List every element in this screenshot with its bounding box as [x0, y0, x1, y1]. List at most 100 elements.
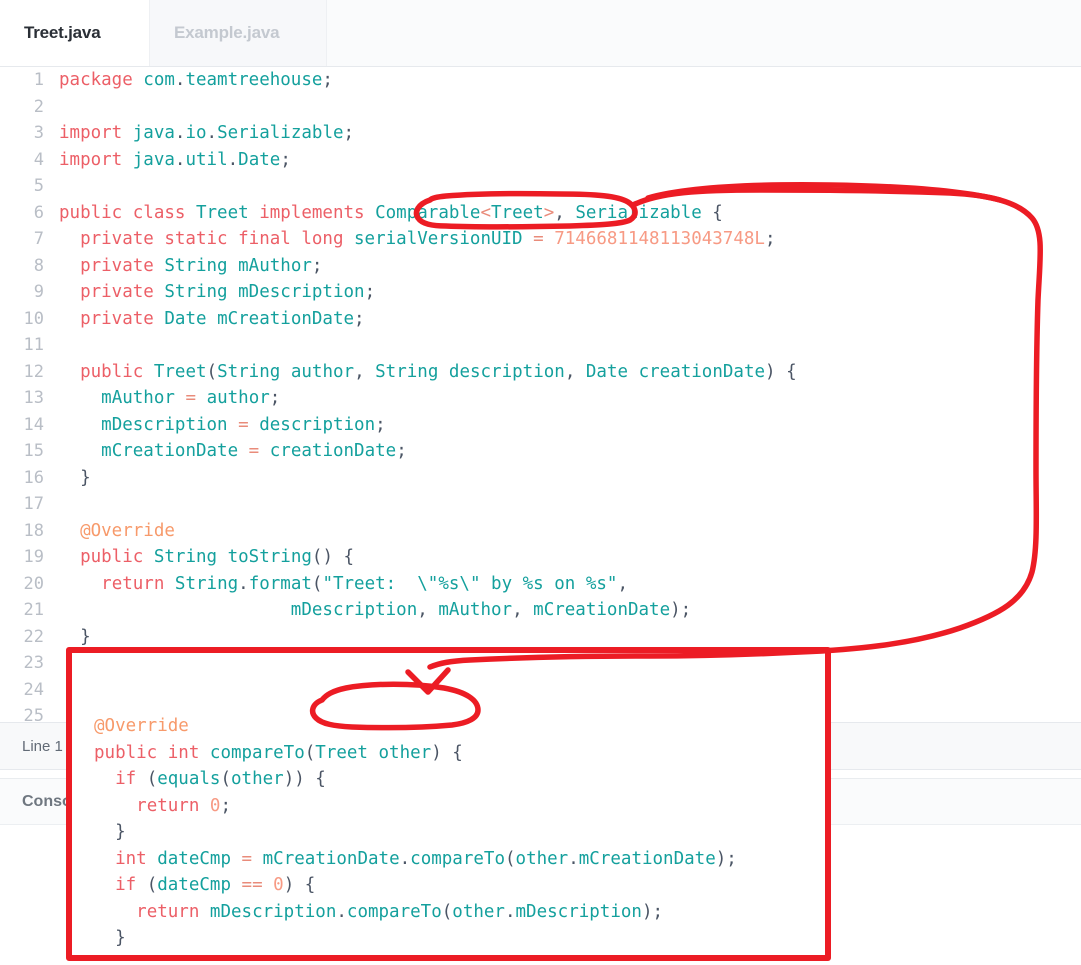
code-token: mDescription [238, 282, 365, 302]
code-token: private [80, 255, 165, 276]
code-line[interactable]: 19 public String toString() { [0, 544, 797, 571]
code-token: creationDate [269, 441, 397, 461]
line-number: 17 [23, 494, 44, 514]
code-token: ) { [283, 875, 316, 895]
code-token: . [336, 901, 347, 922]
code-token: ) { [765, 361, 797, 382]
overlay-code-line: public int compareTo(Treet other) { [94, 740, 827, 767]
line-content: import java.util.Date; [44, 147, 291, 174]
code-line[interactable]: 6 public class Treet implements Comparabl… [0, 200, 797, 227]
code-token: ( [146, 769, 158, 789]
tab-example-java[interactable]: Example.java [150, 0, 327, 66]
code-token: Comparable [375, 202, 481, 223]
code-token: ( [311, 573, 323, 594]
code-token: ); [641, 901, 664, 922]
annotated-code-overlay: @Override public int compareTo(Treet othe… [69, 652, 827, 957]
code-token: format [248, 573, 312, 594]
overlay-code-lines: @Override public int compareTo(Treet othe… [94, 713, 827, 957]
code-token: ( [206, 361, 218, 382]
code-token: @Override [94, 716, 189, 736]
code-line[interactable]: 1 package com.teamtreehouse; [0, 67, 797, 94]
code-token: java [132, 149, 175, 170]
line-content: return String.format("Treet: \"%s\" by %… [44, 571, 628, 598]
line-number: 13 [23, 388, 44, 408]
code-line[interactable]: 4 import java.util.Date; [0, 147, 797, 174]
code-token: ; [220, 795, 232, 816]
code-line[interactable]: 13 mAuthor = author; [0, 385, 797, 412]
overlay-code-line: return 0; [94, 793, 827, 820]
code-token: author [206, 388, 270, 408]
code-token: ; [364, 282, 376, 302]
code-token: } [59, 467, 91, 488]
code-token: () { [311, 547, 355, 567]
line-content: package com.teamtreehouse; [44, 67, 333, 94]
code-token: dateCmp [157, 875, 231, 895]
code-line[interactable]: 8 private String mAuthor; [0, 253, 797, 280]
code-token: String [164, 255, 228, 276]
line-content: public class Treet implements Comparable… [44, 200, 723, 227]
code-line[interactable]: 12 public Treet(String author, String de… [0, 359, 797, 386]
code-token: java [132, 123, 175, 143]
code-line[interactable]: 10 private Date mCreationDate; [0, 306, 797, 333]
code-line[interactable]: 5 [0, 173, 797, 200]
code-line[interactable]: 17 [0, 491, 797, 518]
code-token: other [378, 742, 432, 763]
code-token: io [185, 123, 207, 143]
code-token: mDescription [290, 600, 418, 620]
tab-treet-java[interactable]: Treet.java [0, 0, 150, 66]
code-line[interactable]: 9 private String mDescription; [0, 279, 797, 306]
code-token: ; [764, 229, 776, 249]
code-token: = [185, 388, 197, 408]
code-line[interactable]: 16 } [0, 465, 797, 492]
code-token: 0 [209, 795, 221, 816]
code-token: public [80, 547, 154, 567]
line-number: 19 [23, 547, 44, 567]
code-line[interactable]: 18 @Override [0, 518, 797, 545]
line-number: 18 [23, 520, 44, 541]
code-line[interactable]: 22 } [0, 624, 797, 651]
code-token: other [452, 901, 505, 922]
code-token: if [115, 875, 147, 895]
code-line[interactable]: 20 return String.format("Treet: \"%s\" b… [0, 571, 797, 598]
code-token: ); [670, 600, 692, 620]
code-line[interactable]: 21 mDescription, mAuthor, mCreationDate)… [0, 597, 797, 624]
code-line[interactable]: 3 import java.io.Serializable; [0, 120, 797, 147]
code-token: ) { [431, 742, 463, 763]
code-token: String [174, 573, 239, 594]
code-token: other [515, 848, 569, 869]
code-token: private [80, 282, 165, 302]
code-line[interactable]: 2 [0, 94, 797, 121]
line-number: 8 [33, 255, 44, 276]
code-line[interactable]: 14 mDescription = description; [0, 412, 797, 439]
line-number: 21 [23, 600, 44, 620]
code-token: author [290, 361, 355, 382]
code-token: public [80, 361, 154, 382]
code-token: . [227, 149, 239, 170]
code-line[interactable]: 7 private static final long serialVersio… [0, 226, 797, 253]
line-content: @Override [44, 518, 175, 545]
code-line[interactable]: 11 [0, 332, 797, 359]
line-content: mAuthor = author; [44, 385, 280, 412]
line-number: 23 [23, 653, 44, 673]
tab-bar-filler [327, 0, 1081, 66]
code-token: mDescription [515, 901, 642, 922]
code-token: } [94, 928, 126, 948]
code-token: serialVersionUID [354, 229, 523, 249]
line-number: 15 [23, 441, 44, 461]
line-content: import java.io.Serializable; [44, 120, 354, 147]
code-line[interactable]: 15 mCreationDate = creationDate; [0, 438, 797, 465]
code-token: int [115, 848, 158, 869]
line-number: 11 [23, 335, 44, 355]
code-editor[interactable]: 1 package com.teamtreehouse; 2 3 import java… [0, 67, 1081, 722]
code-token: == [241, 875, 263, 895]
code-token: Date [164, 308, 207, 329]
code-token: public int [94, 742, 210, 763]
